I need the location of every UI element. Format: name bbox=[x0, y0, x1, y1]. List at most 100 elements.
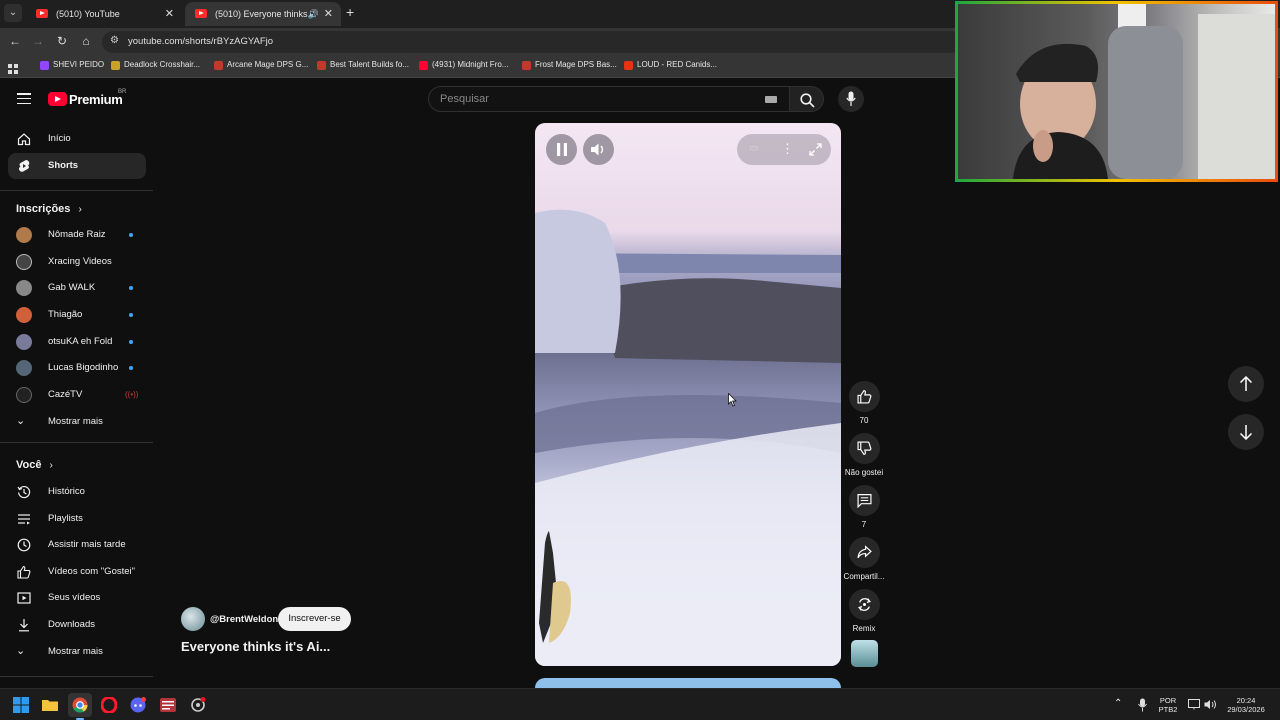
remix-icon bbox=[858, 598, 871, 611]
dislike-button[interactable] bbox=[849, 433, 880, 464]
keyboard-icon[interactable] bbox=[765, 96, 777, 103]
youtube-favicon-icon bbox=[195, 9, 207, 18]
sidebar-item-liked-videos[interactable]: Vídeos com "Gostei" bbox=[8, 559, 146, 585]
arrow-up-icon bbox=[1239, 376, 1253, 391]
dislike-label: Não gostei bbox=[844, 468, 884, 477]
avatar bbox=[16, 227, 32, 243]
bookmark-item[interactable]: Arcane Mage DPS G... bbox=[214, 60, 308, 70]
chevron-right-icon: › bbox=[78, 204, 82, 215]
search-icon bbox=[800, 93, 815, 108]
fullscreen-icon[interactable] bbox=[809, 143, 822, 156]
home-icon bbox=[17, 133, 31, 146]
sidebar-item-inicio[interactable]: Início bbox=[8, 126, 146, 152]
voice-search-button[interactable] bbox=[838, 86, 864, 112]
sidebar-subscription[interactable]: Nômade Raiz bbox=[8, 222, 146, 248]
speaker-icon[interactable]: 🔊 bbox=[308, 2, 319, 26]
youtube-logo-icon[interactable] bbox=[48, 92, 67, 106]
captions-icon[interactable]: ▭ bbox=[749, 143, 758, 154]
search-button[interactable] bbox=[790, 86, 824, 112]
back-icon[interactable]: ← bbox=[7, 34, 23, 48]
bookmark-item[interactable]: LOUD - RED Canids... bbox=[624, 60, 717, 70]
microphone-tray-icon[interactable] bbox=[1138, 698, 1147, 712]
volume-button[interactable] bbox=[583, 134, 614, 165]
bookmark-favicon-icon bbox=[111, 61, 120, 70]
settings-app-icon[interactable] bbox=[190, 697, 206, 713]
more-options-icon[interactable]: ⋮ bbox=[781, 141, 794, 157]
home-button-icon[interactable]: ⌂ bbox=[78, 34, 94, 48]
sidebar-subscription[interactable]: Lucas Bigodinho bbox=[8, 355, 146, 381]
channel-name[interactable]: @BrentWeldon bbox=[210, 614, 278, 625]
subscribe-button[interactable]: Inscrever-se bbox=[278, 607, 351, 631]
search-input[interactable]: Pesquisar bbox=[428, 86, 790, 112]
discord-icon[interactable] bbox=[130, 697, 146, 713]
logo-text[interactable]: Premium bbox=[69, 92, 123, 107]
input-language[interactable]: POR PTB2 bbox=[1156, 696, 1180, 714]
sidebar-divider bbox=[0, 190, 153, 191]
comments-button[interactable] bbox=[849, 485, 880, 516]
webcam-overlay bbox=[955, 1, 1278, 182]
new-tab-button[interactable]: + bbox=[346, 4, 354, 20]
short-video-player[interactable]: ▭ ⋮ bbox=[535, 123, 841, 666]
speaker-tray-icon[interactable] bbox=[1204, 699, 1217, 710]
pause-button[interactable] bbox=[546, 134, 577, 165]
share-button[interactable] bbox=[849, 537, 880, 568]
apps-grid-icon[interactable] bbox=[8, 61, 18, 74]
close-tab-icon[interactable]: ✕ bbox=[324, 2, 333, 26]
new-content-dot bbox=[129, 313, 133, 317]
new-content-dot bbox=[129, 286, 133, 290]
sidebar-item-history[interactable]: Histórico bbox=[8, 479, 146, 505]
comment-icon bbox=[857, 494, 872, 508]
sidebar-item-watch-later[interactable]: Assistir mais tarde bbox=[8, 532, 146, 558]
guide-menu-icon[interactable] bbox=[17, 93, 31, 105]
clock[interactable]: 20:24 29/03/2026 bbox=[1222, 696, 1270, 714]
sidebar-item-shorts[interactable]: Shorts bbox=[8, 153, 146, 179]
bookmark-item[interactable]: Best Talent Builds fo... bbox=[317, 60, 409, 70]
microphone-icon bbox=[846, 91, 856, 106]
chrome-icon[interactable] bbox=[72, 697, 88, 713]
close-tab-icon[interactable]: ✕ bbox=[165, 2, 174, 26]
bookmark-item[interactable]: (4931) Midnight Fro... bbox=[419, 60, 508, 70]
browser-tab-youtube[interactable]: (5010) YouTube ✕ bbox=[26, 2, 182, 26]
windows-start-icon[interactable] bbox=[13, 697, 29, 713]
dislike-icon bbox=[857, 441, 872, 455]
network-icon[interactable] bbox=[1188, 699, 1200, 710]
short-title[interactable]: Everyone thinks it's Ai... bbox=[181, 639, 330, 654]
comment-count: 7 bbox=[861, 520, 867, 529]
remix-button[interactable] bbox=[849, 589, 880, 620]
streaming-app-icon[interactable] bbox=[160, 697, 176, 713]
streamer-camera-feed bbox=[1013, 4, 1275, 179]
playlists-icon bbox=[18, 514, 30, 525]
sidebar-subscription[interactable]: Xracing Videos bbox=[8, 249, 146, 275]
previous-short-button[interactable] bbox=[1228, 366, 1264, 402]
bookmark-item[interactable]: Deadlock Crosshair... bbox=[111, 60, 200, 70]
show-hidden-icons[interactable]: ⌃ bbox=[1114, 698, 1122, 709]
browser-tab-short[interactable]: (5010) Everyone thinks it's AI 🔊 ✕ bbox=[185, 2, 341, 26]
sidebar-item-your-videos[interactable]: Seus vídeos bbox=[8, 585, 146, 611]
sidebar-subscription[interactable]: Thiagão bbox=[8, 302, 146, 328]
sidebar-subscription[interactable]: CazéTV ((•)) bbox=[8, 382, 146, 408]
sidebar-subscription[interactable]: otsuKA eh Fold bbox=[8, 329, 146, 355]
sound-thumbnail[interactable] bbox=[851, 640, 878, 667]
volume-icon bbox=[591, 143, 604, 156]
reload-icon[interactable]: ↻ bbox=[54, 34, 70, 48]
sidebar-subscription[interactable]: Gab WALK bbox=[8, 275, 146, 301]
subscriptions-heading[interactable]: Inscrições › bbox=[16, 203, 82, 215]
bookmark-item[interactable]: SHEVI PEIDO bbox=[40, 60, 104, 70]
like-button[interactable] bbox=[849, 381, 880, 412]
opera-icon[interactable] bbox=[101, 697, 117, 713]
subscriptions-show-more[interactable]: ⌄ Mostrar mais bbox=[8, 409, 146, 435]
tab-search-button[interactable]: ⌄ bbox=[4, 4, 22, 22]
site-info-icon[interactable]: ⚙ bbox=[110, 35, 122, 47]
file-explorer-icon[interactable] bbox=[42, 697, 58, 713]
sidebar-item-playlists[interactable]: Playlists bbox=[8, 506, 146, 532]
you-show-more[interactable]: ⌄ Mostrar mais bbox=[8, 639, 146, 665]
mouse-cursor-icon bbox=[728, 393, 737, 407]
next-short-button[interactable] bbox=[1228, 414, 1264, 450]
address-bar[interactable]: ⚙ youtube.com/shorts/rBYzAGYAFjo bbox=[102, 31, 962, 53]
sidebar-item-label: Início bbox=[48, 133, 71, 144]
sidebar-item-downloads[interactable]: Downloads bbox=[8, 612, 146, 638]
channel-avatar[interactable] bbox=[181, 607, 205, 631]
you-heading[interactable]: Você › bbox=[16, 459, 53, 471]
forward-icon[interactable]: → bbox=[30, 34, 46, 48]
bookmark-item[interactable]: Frost Mage DPS Bas... bbox=[522, 60, 617, 70]
